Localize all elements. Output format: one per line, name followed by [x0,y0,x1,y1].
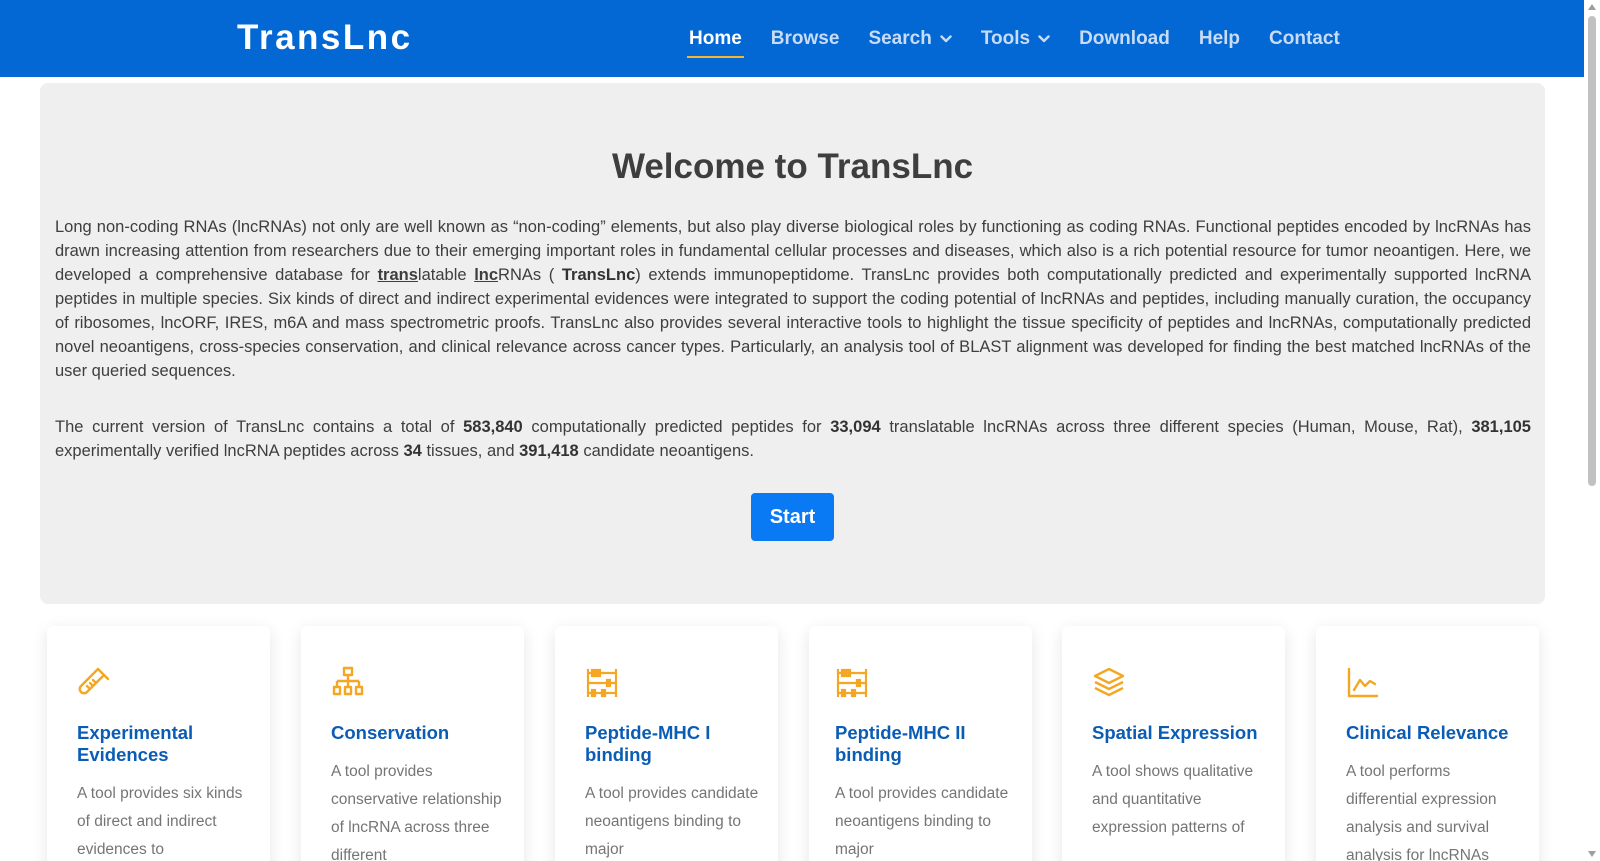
nav-help-label: Help [1198,27,1241,49]
stats-text: experimentally verified lncRNA peptides … [55,442,404,460]
page-title: Welcome to TransLnc [611,147,974,186]
card-description: A tool shows qualitative and quantitativ… [1092,763,1254,836]
stat-predicted-peptides: 583,840 [463,418,523,436]
intro-text: latable [417,266,475,284]
stat-translatable-lncrnas: 33,094 [830,418,881,436]
tool-card-spatial-expression[interactable]: Spatial Expression A tool shows qualitat… [1062,626,1285,861]
abacus-icon [835,666,869,700]
intro-db-name: TransLnc [561,266,636,284]
nav-contact-label: Contact [1269,27,1340,49]
nav-browse[interactable]: Browse [771,28,840,50]
layers-icon [1092,666,1126,700]
stats-text: tissues, and [421,442,520,460]
stats-text: The current version of TransLnc contains… [55,418,464,436]
card-title[interactable]: Peptide-MHC II binding [835,722,1015,766]
abacus-icon [585,666,619,700]
card-title[interactable]: Spatial Expression [1092,722,1272,744]
card-title[interactable]: Experimental Evidences [77,722,257,766]
start-button[interactable]: Start [751,493,834,541]
top-navbar: TransLnc Home Browse Search Tools Downlo… [0,0,1584,77]
intro-text: RNAs ( [498,266,562,284]
card-description: A tool performs differential expression … [1346,763,1497,861]
card-title[interactable]: Clinical Relevance [1346,722,1526,744]
scrollbar-thumb[interactable] [1588,16,1596,486]
stat-neoantigens: 391,418 [519,442,579,460]
page-scrollbar[interactable] [1584,0,1600,861]
scroll-up-arrow-icon[interactable] [1588,4,1596,10]
stats-text: candidate neoantigens. [578,442,754,460]
nav-download[interactable]: Download [1079,28,1170,50]
tool-card-peptide-mhc-ii[interactable]: Peptide-MHC II binding A tool provides c… [809,626,1032,861]
tool-card-clinical-relevance[interactable]: Clinical Relevance A tool performs diffe… [1316,626,1539,861]
nav-contact[interactable]: Contact [1269,28,1340,50]
card-description: A tool provides conservative relationshi… [331,763,502,861]
card-description: A tool provides six kinds of direct and … [77,785,243,858]
nav-tools[interactable]: Tools [981,28,1050,50]
chevron-down-icon [1038,34,1050,43]
nav-browse-label: Browse [770,27,840,49]
main-nav: Home Browse Search Tools Download Help C… [687,0,1369,77]
nav-home[interactable]: Home [687,27,744,58]
line-chart-icon [1346,666,1380,700]
stats-text: computationally predicted peptides for [522,418,831,436]
brand-logo[interactable]: TransLnc [237,18,413,58]
nav-home-label: Home [689,27,742,49]
stat-tissues: 34 [403,442,422,460]
welcome-jumbotron: Welcome to TransLnc Long non-coding RNAs… [40,83,1545,604]
nav-download-label: Download [1079,27,1170,49]
stats-paragraph: The current version of TransLnc contains… [55,415,1531,463]
scroll-down-arrow-icon[interactable] [1588,851,1596,857]
stats-text: translatable lncRNAs across three differ… [880,418,1472,436]
nav-search-label: Search [868,27,932,49]
intro-highlight-trans: trans [377,266,418,284]
card-title[interactable]: Conservation [331,722,511,744]
nav-tools-label: Tools [980,27,1031,49]
stat-verified-peptides: 381,105 [1471,418,1531,436]
tool-card-conservation[interactable]: Conservation A tool provides conservativ… [301,626,524,861]
card-title[interactable]: Peptide-MHC I binding [585,722,765,766]
intro-paragraph: Long non-coding RNAs (lncRNAs) not only … [55,215,1531,383]
nav-search[interactable]: Search [868,27,952,50]
intro-highlight-lnc: lnc [474,266,499,284]
card-description: A tool provides candidate neoantigens bi… [835,785,1009,858]
tool-card-peptide-mhc-i[interactable]: Peptide-MHC I binding A tool provides ca… [555,626,778,861]
card-description: A tool provides candidate neoantigens bi… [585,785,759,858]
nav-help[interactable]: Help [1199,28,1240,50]
chevron-down-icon [940,34,952,43]
tool-card-experimental-evidences[interactable]: Experimental Evidences A tool provides s… [47,626,270,861]
test-tube-icon [77,666,111,700]
hierarchy-icon [331,666,365,700]
